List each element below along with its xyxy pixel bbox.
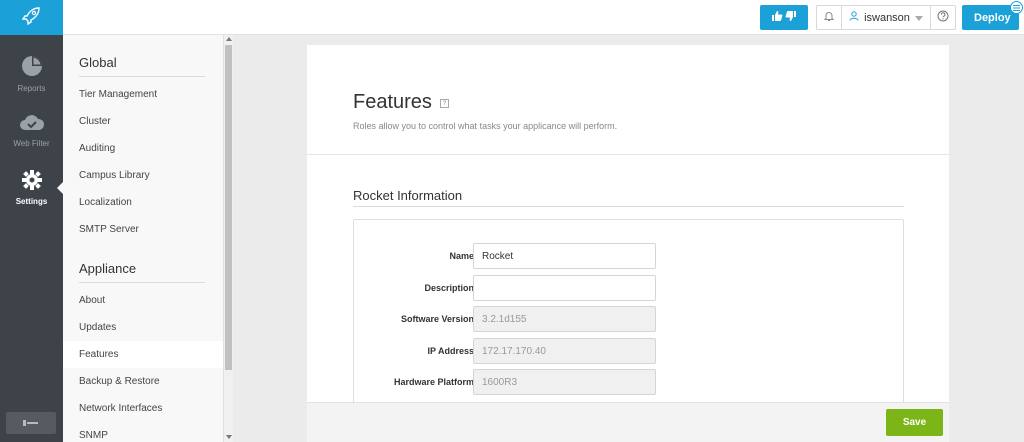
sidebar-item-backup-restore[interactable]: Backup & Restore xyxy=(63,368,223,395)
sidebar-item-network-interfaces[interactable]: Network Interfaces xyxy=(63,395,223,422)
sidebar-heading-appliance: Appliance xyxy=(79,243,205,283)
form-row-description: Description xyxy=(354,275,904,301)
app-logo[interactable] xyxy=(0,0,63,35)
gear-icon xyxy=(21,169,43,197)
deploy-label: Deploy xyxy=(974,11,1011,24)
username: iswanson xyxy=(864,11,910,24)
sidebar-item-updates[interactable]: Updates xyxy=(63,314,223,341)
name-label: Name xyxy=(449,251,474,261)
user-icon xyxy=(849,11,859,24)
sidebar-scrollbar[interactable] xyxy=(223,35,233,442)
form-row-name: Name xyxy=(354,243,904,269)
sidebar-item-campus-library[interactable]: Campus Library xyxy=(63,162,223,189)
top-header: iswanson Deploy xyxy=(63,0,1024,35)
features-panel: Features ? Roles allow you to control wh… xyxy=(307,45,949,442)
sidebar-item-auditing[interactable]: Auditing xyxy=(63,135,223,162)
chevron-down-icon xyxy=(914,12,923,24)
header-divider xyxy=(307,154,949,155)
bell-icon xyxy=(823,9,835,27)
action-footer: Save xyxy=(307,402,949,442)
help-button[interactable] xyxy=(931,6,955,29)
settings-sidebar: Global Tier Management Cluster Auditing … xyxy=(63,35,223,442)
rail-item-settings[interactable]: Settings xyxy=(0,159,63,216)
thumbs-down-icon xyxy=(785,9,797,27)
list-icon xyxy=(1010,1,1023,14)
sidebar-item-snmp[interactable]: SNMP xyxy=(63,422,223,442)
ip-address-label: IP Address xyxy=(427,346,474,356)
feedback-button[interactable] xyxy=(760,5,808,30)
form-row-software-version: Software Version xyxy=(354,306,904,332)
rocket-info-form: Name Description Software Version IP Add… xyxy=(353,219,904,409)
page-subtitle: Roles allow you to control what tasks yo… xyxy=(353,121,618,131)
sidebar-item-localization[interactable]: Localization xyxy=(63,189,223,216)
thumbs-up-icon xyxy=(771,9,783,27)
sidebar-item-about[interactable]: About xyxy=(63,287,223,314)
hardware-platform-field xyxy=(473,369,656,395)
sidebar-item-smtp-server[interactable]: SMTP Server xyxy=(63,216,223,243)
ip-address-field xyxy=(473,338,656,364)
rocket-icon xyxy=(21,5,42,30)
icon-rail: Reports Web Filter Settings xyxy=(0,0,63,442)
form-row-hardware-platform: Hardware Platform xyxy=(354,369,904,395)
collapse-icon xyxy=(23,414,39,432)
description-field[interactable] xyxy=(473,275,656,301)
user-menu[interactable]: iswanson xyxy=(842,6,931,29)
scroll-down-arrow[interactable] xyxy=(226,435,232,439)
hardware-platform-label: Hardware Platform xyxy=(393,377,474,387)
notifications-button[interactable] xyxy=(817,6,842,29)
rail-item-web-filter[interactable]: Web Filter xyxy=(0,102,63,159)
description-label: Description xyxy=(424,283,474,293)
deploy-button[interactable]: Deploy xyxy=(962,1,1023,30)
sidebar-item-features[interactable]: Features xyxy=(63,341,223,368)
rail-item-label: Web Filter xyxy=(13,139,50,148)
section-divider xyxy=(353,206,904,207)
rail-item-label: Reports xyxy=(17,84,46,93)
header-controls: iswanson xyxy=(816,5,956,30)
cloud-check-icon xyxy=(19,113,45,139)
form-row-ip-address: IP Address xyxy=(354,338,904,364)
software-version-field xyxy=(473,306,656,332)
sidebar-heading-global: Global xyxy=(79,35,205,77)
collapse-button[interactable] xyxy=(6,412,56,434)
sidebar-item-cluster[interactable]: Cluster xyxy=(63,108,223,135)
sidebar-item-tier-management[interactable]: Tier Management xyxy=(63,81,223,108)
save-button[interactable]: Save xyxy=(886,409,943,436)
title-help-icon[interactable]: ? xyxy=(440,99,449,108)
rail-item-reports[interactable]: Reports xyxy=(0,45,63,102)
section-title: Rocket Information xyxy=(353,188,463,203)
scroll-up-arrow[interactable] xyxy=(226,37,232,41)
question-icon xyxy=(937,9,949,27)
name-field[interactable] xyxy=(473,243,656,269)
page-title: Features xyxy=(353,91,432,113)
rail-item-label: Settings xyxy=(15,197,48,206)
scroll-thumb[interactable] xyxy=(225,45,232,370)
pie-chart-icon xyxy=(20,54,44,84)
software-version-label: Software Version xyxy=(400,314,474,324)
